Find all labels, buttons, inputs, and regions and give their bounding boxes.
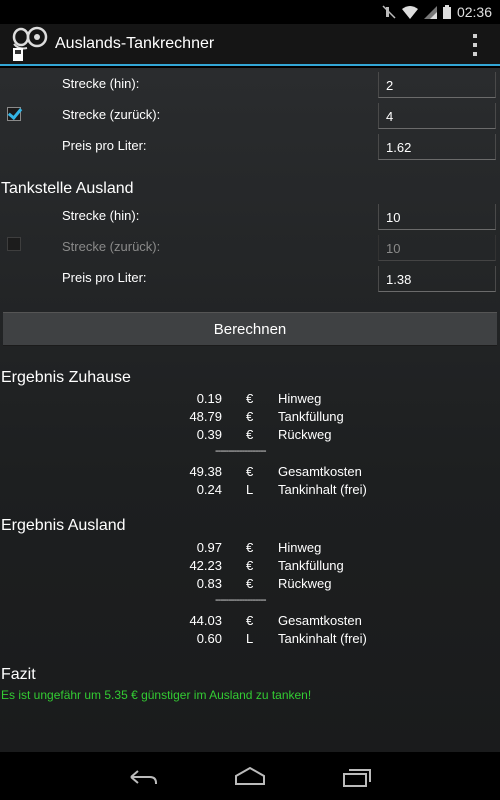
- result-desc: Hinweg: [278, 540, 322, 555]
- result-desc: Tankfüllung: [278, 558, 344, 573]
- home-row-back: Strecke (zurück): 4: [0, 99, 500, 130]
- result-unit: €: [246, 409, 254, 424]
- abroad-input-back[interactable]: 10: [378, 235, 496, 261]
- result-desc: Tankfüllung: [278, 409, 344, 424]
- result-unit: €: [246, 540, 254, 555]
- status-time: 02:36: [456, 4, 492, 20]
- result-unit: €: [246, 558, 254, 573]
- home-icon[interactable]: [234, 764, 266, 793]
- calculate-button[interactable]: Berechnen: [3, 312, 497, 346]
- result-abroad-total: 0.60 L Tankinhalt (frei): [0, 629, 500, 647]
- result-desc: Hinweg: [278, 391, 322, 406]
- result-unit: €: [246, 576, 254, 591]
- result-value: 49.38: [189, 464, 222, 479]
- result-home-title: Ergebnis Zuhause: [1, 369, 131, 386]
- home-row-price: Preis pro Liter: 1.62: [0, 130, 500, 161]
- fazit-title: Fazit: [1, 666, 36, 683]
- result-value: 0.97: [196, 540, 222, 555]
- result-home-row: 48.79 € Tankfüllung: [0, 407, 500, 425]
- result-desc: Tankinhalt (frei): [278, 482, 367, 497]
- app-title: Auslands-Tankrechner: [55, 35, 215, 52]
- signal-icon: [423, 5, 437, 19]
- result-desc: Gesamtkosten: [278, 464, 362, 479]
- result-abroad-row: 0.97 € Hinweg: [0, 538, 500, 556]
- result-value: 0.24: [196, 482, 222, 497]
- fazit-text: Es ist ungefähr um 5.35 € günstiger im A…: [1, 688, 312, 702]
- result-value: 42.23: [189, 558, 222, 573]
- abroad-row-back: Strecke (zurück): 10: [0, 231, 500, 262]
- home-row-out: Strecke (hin): 2: [0, 68, 500, 99]
- abroad-label-price: Preis pro Liter:: [62, 270, 147, 285]
- mute-icon: [382, 5, 396, 19]
- screen: 02:36 Auslands-Tankrechner Strecke (hin)…: [0, 0, 500, 800]
- result-home-total: 49.38 € Gesamtkosten: [0, 462, 500, 480]
- battery-icon: [442, 5, 451, 19]
- result-home-separator: -------------------: [215, 445, 267, 457]
- abroad-input-out[interactable]: 10: [378, 204, 496, 230]
- abroad-row-out: Strecke (hin): 10: [0, 200, 500, 231]
- abroad-label-out: Strecke (hin):: [62, 208, 140, 223]
- overflow-menu-icon[interactable]: [466, 34, 484, 56]
- wifi-icon: [401, 5, 418, 19]
- recent-apps-icon[interactable]: [342, 764, 372, 793]
- result-desc: Rückweg: [278, 427, 332, 442]
- gas-pump-icon: [9, 26, 49, 62]
- abroad-row-price: Preis pro Liter: 1.38: [0, 262, 500, 293]
- content-area: Strecke (hin): 2 Strecke (zurück): 4 Pre…: [0, 68, 500, 752]
- action-bar: Auslands-Tankrechner: [0, 24, 500, 66]
- result-abroad-row: 0.83 € Rückweg: [0, 574, 500, 592]
- result-value: 0.60: [196, 631, 222, 646]
- result-abroad-title: Ergebnis Ausland: [1, 517, 126, 534]
- result-desc: Rückweg: [278, 576, 332, 591]
- result-unit: €: [246, 464, 254, 479]
- home-label-price: Preis pro Liter:: [62, 138, 147, 153]
- result-abroad-row: 42.23 € Tankfüllung: [0, 556, 500, 574]
- result-value: 0.19: [196, 391, 222, 406]
- result-abroad-separator: -------------------: [215, 594, 267, 606]
- home-return-checkbox[interactable]: [7, 107, 21, 121]
- abroad-label-back: Strecke (zurück):: [62, 239, 161, 254]
- result-home-total: 0.24 L Tankinhalt (frei): [0, 480, 500, 498]
- abroad-section-title: Tankstelle Ausland: [1, 180, 134, 197]
- result-unit: €: [246, 427, 254, 442]
- home-input-back[interactable]: 4: [378, 103, 496, 129]
- result-unit: L: [246, 482, 254, 497]
- abroad-input-price[interactable]: 1.38: [378, 266, 496, 292]
- result-home-row: 0.19 € Hinweg: [0, 389, 500, 407]
- result-unit: €: [246, 613, 254, 628]
- result-value: 0.39: [196, 427, 222, 442]
- result-home-row: 0.39 € Rückweg: [0, 425, 500, 443]
- back-icon[interactable]: [128, 764, 158, 793]
- home-input-out[interactable]: 2: [378, 72, 496, 98]
- home-input-price[interactable]: 1.62: [378, 134, 496, 160]
- result-value: 0.83: [196, 576, 222, 591]
- result-desc: Tankinhalt (frei): [278, 631, 367, 646]
- abroad-return-checkbox[interactable]: [7, 237, 21, 251]
- home-label-back: Strecke (zurück):: [62, 107, 161, 122]
- result-abroad-total: 44.03 € Gesamtkosten: [0, 611, 500, 629]
- nav-bar: [0, 752, 500, 800]
- result-unit: L: [246, 631, 254, 646]
- home-label-out: Strecke (hin):: [62, 76, 140, 91]
- result-value: 44.03: [189, 613, 222, 628]
- status-bar: 02:36: [0, 0, 500, 24]
- result-value: 48.79: [189, 409, 222, 424]
- result-desc: Gesamtkosten: [278, 613, 362, 628]
- result-unit: €: [246, 391, 254, 406]
